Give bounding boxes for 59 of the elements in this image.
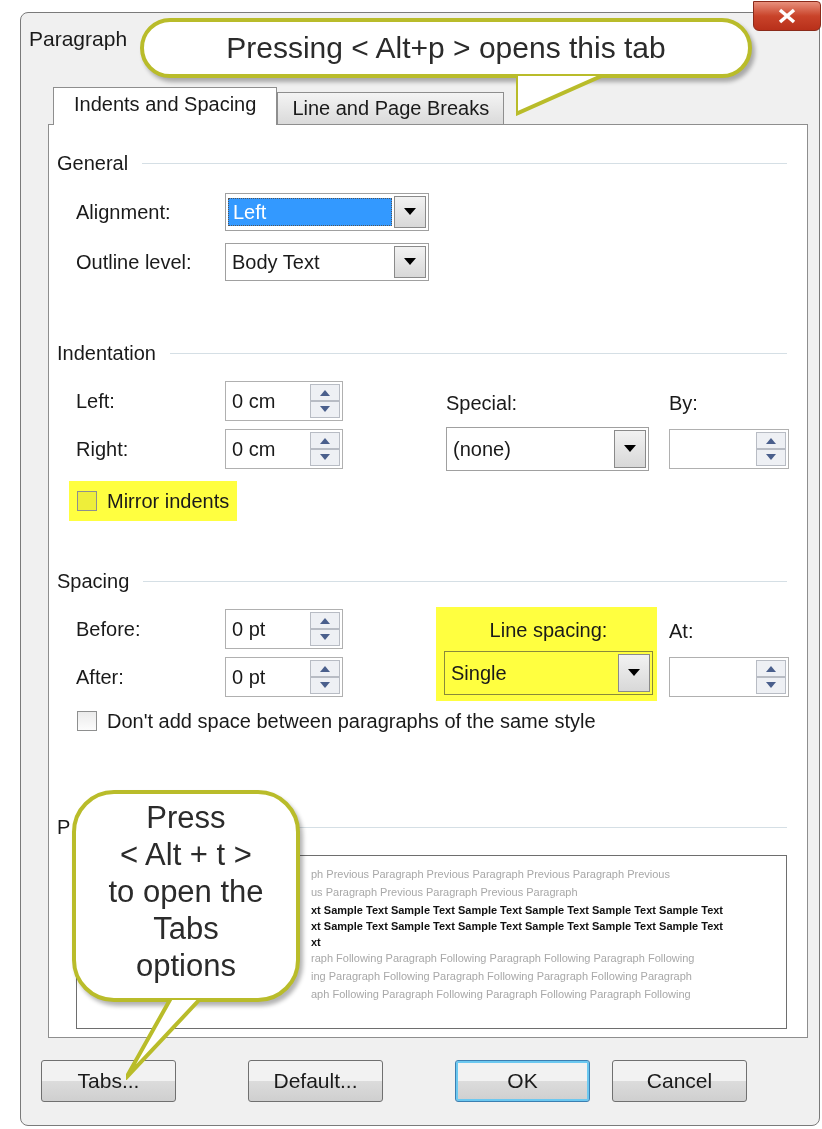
- up-down-arrows-icon: [756, 660, 786, 694]
- caret-icon: [628, 669, 640, 677]
- tab[interactable]: Indents and Spacing: [53, 87, 278, 125]
- tab[interactable]: Line and Page Breaks: [277, 92, 505, 124]
- up-down-arrows-icon: [310, 660, 340, 694]
- spinner-arrows[interactable]: [310, 660, 340, 694]
- preview-text: ing Paragraph Following Paragraph Following Paragraph Following Paragraph: [311, 970, 693, 984]
- checkbox[interactable]: [77, 491, 97, 511]
- dropdown[interactable]: Body Text: [225, 243, 429, 281]
- dropdown[interactable]: (none): [446, 427, 649, 471]
- group-heading: Spacing: [57, 569, 130, 593]
- field-label: Alignment:: [76, 200, 172, 224]
- spinner-arrows[interactable]: [756, 660, 786, 694]
- dialog-button[interactable]: Tabs...: [41, 1060, 176, 1102]
- checkbox[interactable]: [77, 711, 97, 731]
- callout-text: Press < Alt + t > to open the Tabs options: [108, 798, 264, 984]
- spinner-arrows[interactable]: [310, 432, 340, 466]
- field-label: By:: [669, 392, 699, 416]
- up-down-arrows-icon: [310, 432, 340, 466]
- spin-box[interactable]: 0 cm: [225, 381, 343, 421]
- preview-text: xt: [311, 936, 322, 950]
- window-title: Paragraph: [29, 27, 128, 51]
- field-label: Right:: [76, 437, 130, 461]
- up-down-arrows-icon: [756, 432, 786, 466]
- preview-text: aph Following Paragraph Following Paragraph Following Paragraph Following: [311, 988, 692, 1002]
- field-label: Left:: [76, 389, 116, 413]
- up-down-arrows-icon: [310, 612, 340, 646]
- field-label: After:: [76, 665, 125, 689]
- group-heading: Indentation: [57, 341, 156, 365]
- checkbox-label: Don't add space between paragraphs of the same style: [107, 709, 596, 733]
- caret-icon: [404, 258, 416, 266]
- spin-box[interactable]: 0 cm: [225, 429, 343, 469]
- group-heading: P: [57, 815, 71, 839]
- spin-box[interactable]: 0 pt: [225, 609, 343, 649]
- preview-text: raph Following Paragraph Following Paragraph Following Paragraph Following: [311, 952, 696, 966]
- preview-text: us Paragraph Previous Paragraph Previous Paragraph: [311, 886, 579, 900]
- field-label: Special:: [446, 392, 519, 416]
- field-label: Outline level:: [76, 250, 193, 274]
- preview-text: xt Sample Text Sample Text Sample Text Sample Text Sample Text Sample Text: [311, 904, 725, 918]
- spinner-arrows[interactable]: [756, 432, 786, 466]
- close-icon: [778, 8, 796, 24]
- preview-text: xt Sample Text Sample Text Sample Text Sample Text Sample Text Sample Text: [311, 920, 725, 934]
- field-label: Before:: [76, 617, 142, 641]
- spinner-arrows[interactable]: [310, 384, 340, 418]
- up-down-arrows-icon: [310, 384, 340, 418]
- caret-icon: [624, 445, 636, 453]
- preview-text: ph Previous Paragraph Previous Paragraph Previous Paragraph Previous: [311, 868, 671, 882]
- close-button[interactable]: [753, 1, 821, 31]
- dialog-button[interactable]: Cancel: [612, 1060, 747, 1102]
- spinner-arrows[interactable]: [310, 612, 340, 646]
- dropdown[interactable]: Single: [444, 651, 653, 695]
- field-label: Line spacing:: [489, 618, 608, 642]
- dialog-button[interactable]: Default...: [248, 1060, 383, 1102]
- caret-icon: [404, 208, 416, 216]
- dialog-button[interactable]: OK: [455, 1060, 590, 1102]
- callout-text: Pressing < Alt+p > opens this tab: [226, 31, 666, 65]
- group-heading: General: [57, 151, 129, 175]
- spin-box[interactable]: 0 pt: [225, 657, 343, 697]
- field-label: At:: [669, 620, 695, 644]
